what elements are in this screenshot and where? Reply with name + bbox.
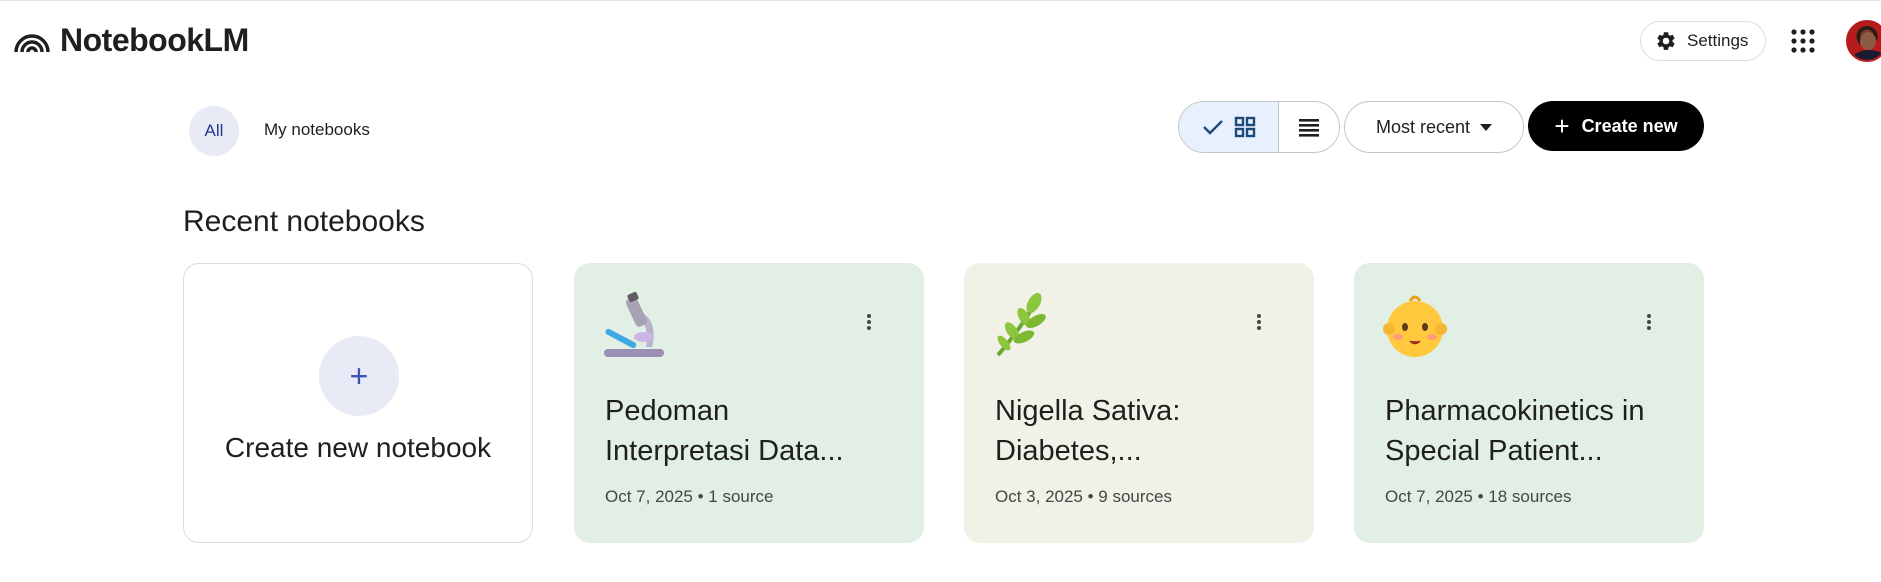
- create-new-button[interactable]: + Create new: [1528, 101, 1704, 151]
- baby-icon: [1383, 295, 1447, 357]
- notebook-title-line: Diabetes,...: [995, 435, 1142, 467]
- notebook-title: Nigella Sativa: Diabetes,...: [995, 391, 1295, 471]
- apps-grid-icon[interactable]: [1790, 28, 1816, 54]
- list-view-button[interactable]: [1279, 102, 1339, 152]
- notebook-meta: Oct 7, 2025 • 1 source: [605, 487, 774, 506]
- notebook-title-line: Special Patient...: [1385, 435, 1603, 467]
- check-icon: [1202, 120, 1223, 135]
- view-toggle: [1178, 101, 1340, 153]
- notebook-title-line: Nigella Sativa:: [995, 395, 1181, 427]
- settings-label: Settings: [1687, 31, 1749, 50]
- notebooklm-logo-icon: [14, 34, 50, 53]
- avatar-shirt: [1852, 50, 1881, 60]
- section-title: Recent notebooks: [183, 205, 425, 238]
- settings-button[interactable]: Settings: [1640, 21, 1766, 61]
- plus-icon: +: [1554, 111, 1570, 141]
- sort-label: Most recent: [1375, 116, 1471, 137]
- notebook-title: Pharmacokinetics in Special Patient...: [1385, 391, 1685, 471]
- header: NotebookLM Settings: [0, 0, 1881, 82]
- more-options-icon[interactable]: [1244, 307, 1274, 337]
- logo[interactable]: NotebookLM: [14, 22, 249, 58]
- plus-icon: +: [319, 336, 399, 416]
- notebook-meta: Oct 7, 2025 • 18 sources: [1385, 487, 1572, 506]
- caret-down-icon: [1480, 123, 1493, 131]
- notebook-title-line: Pedoman: [605, 395, 730, 427]
- create-new-notebook-label: Create new notebook: [224, 432, 492, 463]
- create-new-label: Create new: [1581, 115, 1678, 136]
- grid-view-button[interactable]: [1179, 102, 1279, 152]
- more-options-icon[interactable]: [1634, 307, 1664, 337]
- sort-dropdown[interactable]: Most recent: [1344, 101, 1524, 153]
- avatar-face: [1860, 32, 1876, 50]
- notebook-meta: Oct 3, 2025 • 9 sources: [995, 487, 1172, 506]
- tab-my-notebooks[interactable]: My notebooks: [264, 120, 370, 140]
- avatar[interactable]: [1846, 20, 1881, 62]
- microscope-icon: [604, 291, 664, 357]
- gear-icon: [1657, 32, 1675, 50]
- notebook-card[interactable]: Pharmacokinetics in Special Patient... O…: [1354, 263, 1704, 543]
- notebook-title-line: Pharmacokinetics in: [1385, 395, 1645, 427]
- notebook-card[interactable]: Pedoman Interpretasi Data... Oct 7, 2025…: [574, 263, 924, 543]
- notebook-card[interactable]: Nigella Sativa: Diabetes,... Oct 3, 2025…: [964, 263, 1314, 543]
- list-icon: [1299, 119, 1319, 137]
- notebook-title: Pedoman Interpretasi Data...: [605, 391, 905, 471]
- more-options-icon[interactable]: [854, 307, 884, 337]
- herb-icon: [996, 293, 1046, 357]
- notebook-title-line: Interpretasi Data...: [605, 435, 844, 467]
- grid-icon: [1234, 116, 1255, 138]
- create-new-notebook-card[interactable]: + Create new notebook: [183, 263, 533, 543]
- app-name: NotebookLM: [60, 22, 249, 58]
- tab-all[interactable]: All: [189, 106, 239, 156]
